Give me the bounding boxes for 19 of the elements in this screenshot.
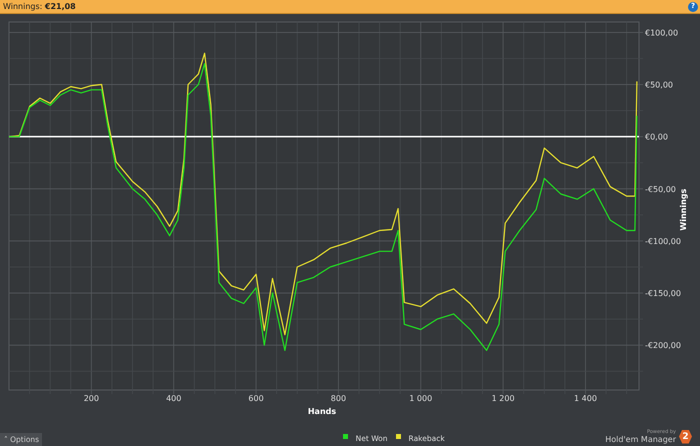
y-axis-title: Winnings [679, 188, 688, 231]
x-axis-title: Hands [308, 407, 336, 416]
x-tick-label: 800 [330, 394, 346, 403]
x-tick-label: 1 000 [409, 394, 432, 403]
window-title: Winnings: €21,08 [3, 2, 76, 11]
x-tick-label: 200 [84, 394, 99, 403]
y-tick-label: €100,00 [645, 28, 678, 38]
brand-logo: 2 [678, 430, 692, 444]
brand-name: Hold'em Manager [605, 435, 676, 444]
x-tick-label: 600 [248, 394, 264, 403]
y-tick-label: -€100,00 [645, 236, 681, 246]
y-tick-label: -€50,00 [645, 184, 676, 194]
y-tick-label: €50,00 [645, 80, 673, 90]
x-tick-label: 1 400 [574, 394, 597, 403]
y-tick-label: -€150,00 [645, 289, 681, 298]
y-tick-label: €0,00 [645, 132, 668, 142]
y-tick-label: -€200,00 [645, 341, 681, 350]
x-tick-label: 400 [166, 394, 182, 403]
x-tick-label: 1 200 [492, 394, 515, 403]
